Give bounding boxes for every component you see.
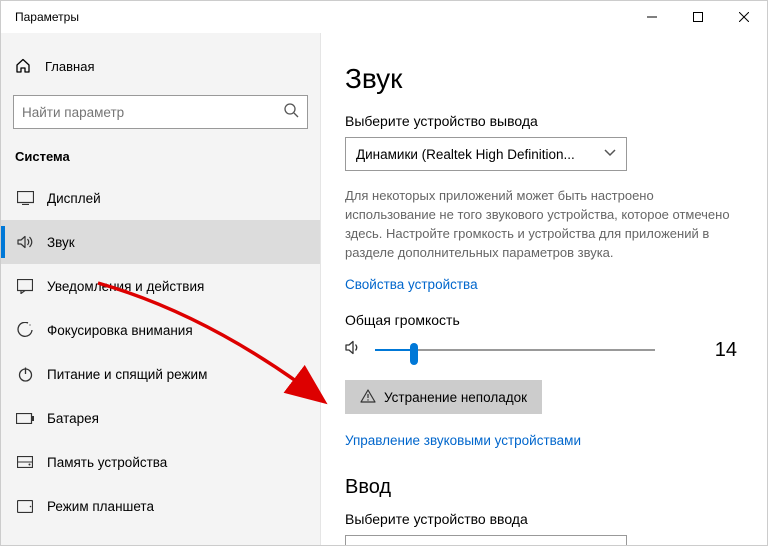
sidebar-item-label: Память устройства [47, 455, 167, 470]
sidebar-item-battery[interactable]: Батарея [1, 396, 320, 440]
content-area: Главная Система Дисплей Звук Уведомления… [1, 33, 767, 545]
search-icon [283, 102, 299, 123]
slider-fill [375, 349, 414, 351]
sidebar-item-label: Уведомления и действия [47, 279, 204, 294]
sidebar-item-label: Режим планшета [47, 499, 154, 514]
section-title: Система [1, 143, 320, 176]
storage-icon [15, 456, 35, 468]
sidebar-item-label: Питание и спящий режим [47, 367, 207, 382]
sound-icon [15, 235, 35, 249]
settings-window: Параметры Главная [0, 0, 768, 546]
main-panel: Звук Выберите устройство вывода Динамики… [321, 33, 767, 545]
device-properties-link[interactable]: Свойства устройства [345, 277, 478, 292]
close-button[interactable] [721, 1, 767, 33]
display-icon [15, 191, 35, 205]
sidebar-item-label: Звук [47, 235, 75, 250]
notifications-icon [15, 279, 35, 294]
sidebar-item-tablet[interactable]: Режим планшета [1, 484, 320, 528]
input-section-title: Ввод [345, 476, 737, 499]
slider-thumb[interactable] [410, 343, 418, 365]
home-label: Главная [45, 59, 94, 74]
sidebar-item-notifications[interactable]: Уведомления и действия [1, 264, 320, 308]
sidebar-item-focus[interactable]: Фокусировка внимания [1, 308, 320, 352]
sidebar-item-display[interactable]: Дисплей [1, 176, 320, 220]
dropdown-value: Динамики (Realtek High Definition... [356, 147, 604, 162]
volume-value: 14 [715, 339, 737, 362]
volume-row: 14 [345, 338, 737, 362]
page-title: Звук [345, 63, 737, 95]
volume-slider[interactable] [375, 338, 655, 362]
window-title: Параметры [1, 10, 629, 24]
button-label: Устранение неполадок [384, 390, 527, 405]
sidebar-item-power[interactable]: Питание и спящий режим [1, 352, 320, 396]
maximize-button[interactable] [675, 1, 721, 33]
window-controls [629, 1, 767, 33]
search-input[interactable] [13, 95, 308, 129]
tablet-icon [15, 500, 35, 513]
output-device-label: Выберите устройство вывода [345, 113, 737, 129]
sidebar: Главная Система Дисплей Звук Уведомления… [1, 33, 321, 545]
output-note: Для некоторых приложений может быть наст… [345, 187, 737, 262]
power-icon [15, 367, 35, 382]
warning-icon [360, 389, 376, 406]
input-device-dropdown[interactable]: Устройства ввода не найдены [345, 535, 627, 545]
home-button[interactable]: Главная [1, 47, 320, 85]
volume-label: Общая громкость [345, 312, 737, 328]
manage-devices-link[interactable]: Управление звуковыми устройствами [345, 433, 581, 448]
focus-icon [15, 322, 35, 338]
sidebar-item-sound[interactable]: Звук [1, 220, 320, 264]
sidebar-item-label: Батарея [47, 411, 99, 426]
minimize-button[interactable] [629, 1, 675, 33]
chevron-down-icon [604, 149, 616, 160]
search-field[interactable] [22, 105, 283, 120]
battery-icon [15, 413, 35, 424]
home-icon [13, 58, 33, 74]
output-device-dropdown[interactable]: Динамики (Realtek High Definition... [345, 137, 627, 171]
sidebar-item-label: Фокусировка внимания [47, 323, 193, 338]
sidebar-item-label: Дисплей [47, 191, 101, 206]
titlebar: Параметры [1, 1, 767, 33]
troubleshoot-button[interactable]: Устранение неполадок [345, 380, 542, 414]
speaker-icon[interactable] [345, 340, 365, 360]
input-device-label: Выберите устройство ввода [345, 511, 737, 527]
sidebar-item-storage[interactable]: Память устройства [1, 440, 320, 484]
